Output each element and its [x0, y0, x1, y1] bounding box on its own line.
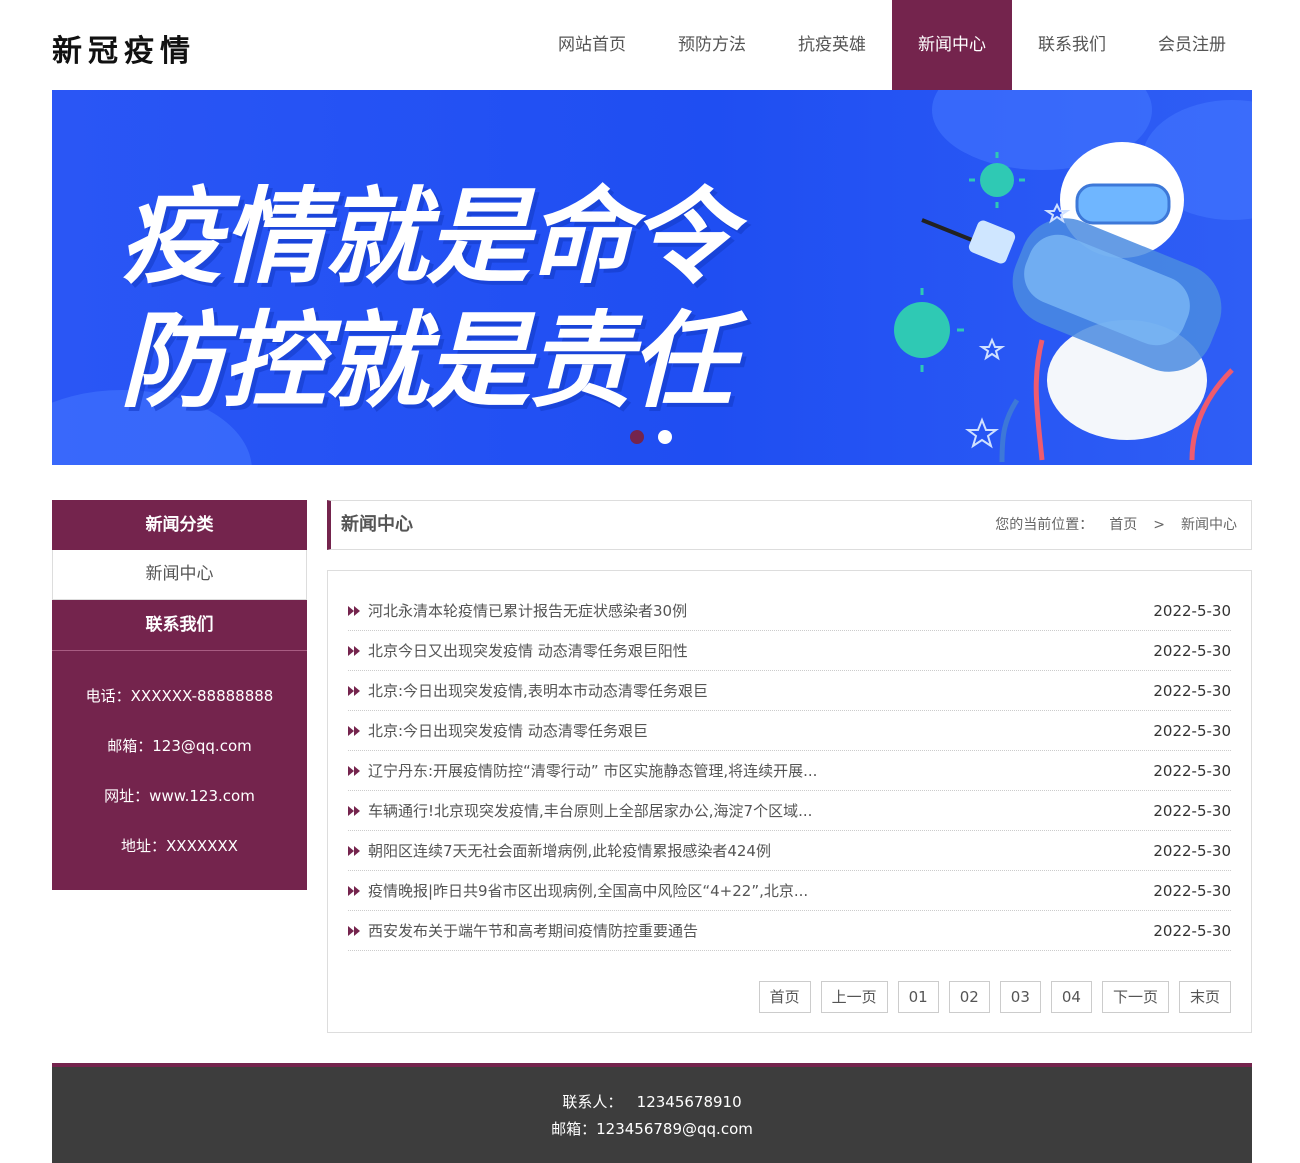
- pager-prev[interactable]: 上一页: [820, 981, 888, 1013]
- news-title[interactable]: 河北永清本轮疫情已累计报告无症状感染者30例: [368, 591, 687, 631]
- pager-page-1[interactable]: 01: [897, 981, 939, 1013]
- breadcrumb-separator: >: [1153, 517, 1165, 533]
- pager-page-3[interactable]: 03: [999, 981, 1041, 1013]
- pager-page-4[interactable]: 04: [1050, 981, 1092, 1013]
- carousel-dots: [630, 430, 672, 444]
- site-footer: 联系人： 12345678910 邮箱：123456789@qq.com: [52, 1063, 1252, 1163]
- nav-item-register[interactable]: 会员注册: [1132, 0, 1252, 90]
- breadcrumb-current[interactable]: 新闻中心: [1181, 501, 1237, 549]
- news-date: 2022-5-30: [1153, 602, 1231, 620]
- site-header: 新冠疫情 网站首页 预防方法 抗疫英雄 新闻中心 联系我们 会员注册: [52, 0, 1252, 90]
- nav-item-contact[interactable]: 联系我们: [1012, 0, 1132, 90]
- nav-item-home[interactable]: 网站首页: [532, 0, 652, 90]
- sidebar: 新闻分类 新闻中心 联系我们 电话：XXXXXX-88888888 邮箱：123…: [52, 500, 307, 890]
- news-item[interactable]: 北京:今日出现突发疫情 动态清零任务艰巨 2022-5-30: [348, 711, 1231, 751]
- news-date: 2022-5-30: [1153, 882, 1231, 900]
- contact-info: 电话：XXXXXX-88888888 邮箱：123@qq.com 网址：www.…: [52, 651, 307, 890]
- contact-website: 网址：www.123.com: [104, 787, 255, 805]
- news-date: 2022-5-30: [1153, 802, 1231, 820]
- news-item[interactable]: 北京今日又出现突发疫情 动态清零任务艰巨阳性 2022-5-30: [348, 631, 1231, 671]
- double-arrow-icon: [348, 845, 360, 856]
- news-item[interactable]: 疫情晚报|昨日共9省市区出现病例,全国高中风险区“4+22”,北京... 202…: [348, 871, 1231, 911]
- news-title[interactable]: 朝阳区连续7天无社会面新增病例,此轮疫情累报感染者424例: [368, 831, 771, 871]
- main-nav: 网站首页 预防方法 抗疫英雄 新闻中心 联系我们 会员注册: [532, 0, 1252, 90]
- hero-banner[interactable]: 疫情就是命令 防控就是责任: [52, 90, 1252, 465]
- sidebar-item-news[interactable]: 新闻中心: [52, 550, 307, 600]
- news-date: 2022-5-30: [1153, 642, 1231, 660]
- double-arrow-icon: [348, 805, 360, 816]
- breadcrumb-home[interactable]: 首页: [1109, 501, 1137, 549]
- news-title[interactable]: 西安发布关于端午节和高考期间疫情防控重要通告: [368, 911, 698, 951]
- double-arrow-icon: [348, 925, 360, 936]
- news-title[interactable]: 辽宁丹东:开展疫情防控“清零行动” 市区实施静态管理,将连续开展...: [368, 751, 817, 791]
- double-arrow-icon: [348, 885, 360, 896]
- news-item[interactable]: 朝阳区连续7天无社会面新增病例,此轮疫情累报感染者424例 2022-5-30: [348, 831, 1231, 871]
- news-date: 2022-5-30: [1153, 922, 1231, 940]
- news-date: 2022-5-30: [1153, 682, 1231, 700]
- double-arrow-icon: [348, 725, 360, 736]
- news-item[interactable]: 河北永清本轮疫情已累计报告无症状感染者30例 2022-5-30: [348, 591, 1231, 631]
- nav-item-heroes[interactable]: 抗疫英雄: [772, 0, 892, 90]
- site-logo[interactable]: 新冠疫情: [52, 26, 196, 70]
- nav-item-prevention[interactable]: 预防方法: [652, 0, 772, 90]
- news-item[interactable]: 辽宁丹东:开展疫情防控“清零行动” 市区实施静态管理,将连续开展... 2022…: [348, 751, 1231, 791]
- carousel-dot-1[interactable]: [630, 430, 644, 444]
- news-title[interactable]: 车辆通行!北京现突发疫情,丰台原则上全部居家办公,海淀7个区域...: [368, 791, 812, 831]
- footer-contact: 联系人： 12345678910: [562, 1093, 742, 1111]
- breadcrumb: 您的当前位置： 首页 > 新闻中心: [995, 501, 1237, 549]
- double-arrow-icon: [348, 645, 360, 656]
- news-item[interactable]: 西安发布关于端午节和高考期间疫情防控重要通告 2022-5-30: [348, 911, 1231, 951]
- pager-next[interactable]: 下一页: [1101, 981, 1169, 1013]
- doctor-illustration: [894, 142, 1234, 463]
- news-date: 2022-5-30: [1153, 762, 1231, 780]
- page-title: 新闻中心: [341, 514, 413, 535]
- carousel-dot-2[interactable]: [658, 430, 672, 444]
- pager-page-2[interactable]: 02: [948, 981, 990, 1013]
- news-date: 2022-5-30: [1153, 722, 1231, 740]
- double-arrow-icon: [348, 605, 360, 616]
- contact-phone: 电话：XXXXXX-88888888: [85, 687, 274, 705]
- news-item[interactable]: 车辆通行!北京现突发疫情,丰台原则上全部居家办公,海淀7个区域... 2022-…: [348, 791, 1231, 831]
- pager-first[interactable]: 首页: [758, 981, 811, 1013]
- double-arrow-icon: [348, 685, 360, 696]
- news-date: 2022-5-30: [1153, 842, 1231, 860]
- content-header: 新闻中心 您的当前位置： 首页 > 新闻中心: [327, 500, 1252, 550]
- contact-address: 地址：XXXXXXX: [121, 837, 238, 855]
- news-title[interactable]: 北京今日又出现突发疫情 动态清零任务艰巨阳性: [368, 631, 688, 671]
- nav-item-news[interactable]: 新闻中心: [892, 0, 1012, 90]
- sidebar-category-title: 新闻分类: [52, 500, 307, 550]
- news-title[interactable]: 北京:今日出现突发疫情 动态清零任务艰巨: [368, 711, 648, 751]
- contact-email: 邮箱：123@qq.com: [107, 737, 252, 755]
- news-list: 河北永清本轮疫情已累计报告无症状感染者30例 2022-5-30 北京今日又出现…: [348, 591, 1231, 951]
- footer-email: 邮箱：123456789@qq.com: [551, 1120, 753, 1138]
- banner-headline-2: 防控就是责任: [120, 300, 734, 422]
- sidebar-contact-title: 联系我们: [52, 600, 307, 651]
- double-arrow-icon: [348, 765, 360, 776]
- breadcrumb-prefix: 您的当前位置：: [995, 517, 1094, 533]
- news-list-panel: 河北永清本轮疫情已累计报告无症状感染者30例 2022-5-30 北京今日又出现…: [327, 570, 1252, 1033]
- news-title[interactable]: 疫情晚报|昨日共9省市区出现病例,全国高中风险区“4+22”,北京...: [368, 871, 808, 911]
- pagination: 首页 上一页 01 02 03 04 下一页 末页: [758, 981, 1231, 1013]
- virus-icon: [894, 152, 1025, 372]
- news-item[interactable]: 北京:今日出现突发疫情,表明本市动态清零任务艰巨 2022-5-30: [348, 671, 1231, 711]
- pager-last[interactable]: 末页: [1178, 981, 1231, 1013]
- news-title[interactable]: 北京:今日出现突发疫情,表明本市动态清零任务艰巨: [368, 671, 708, 711]
